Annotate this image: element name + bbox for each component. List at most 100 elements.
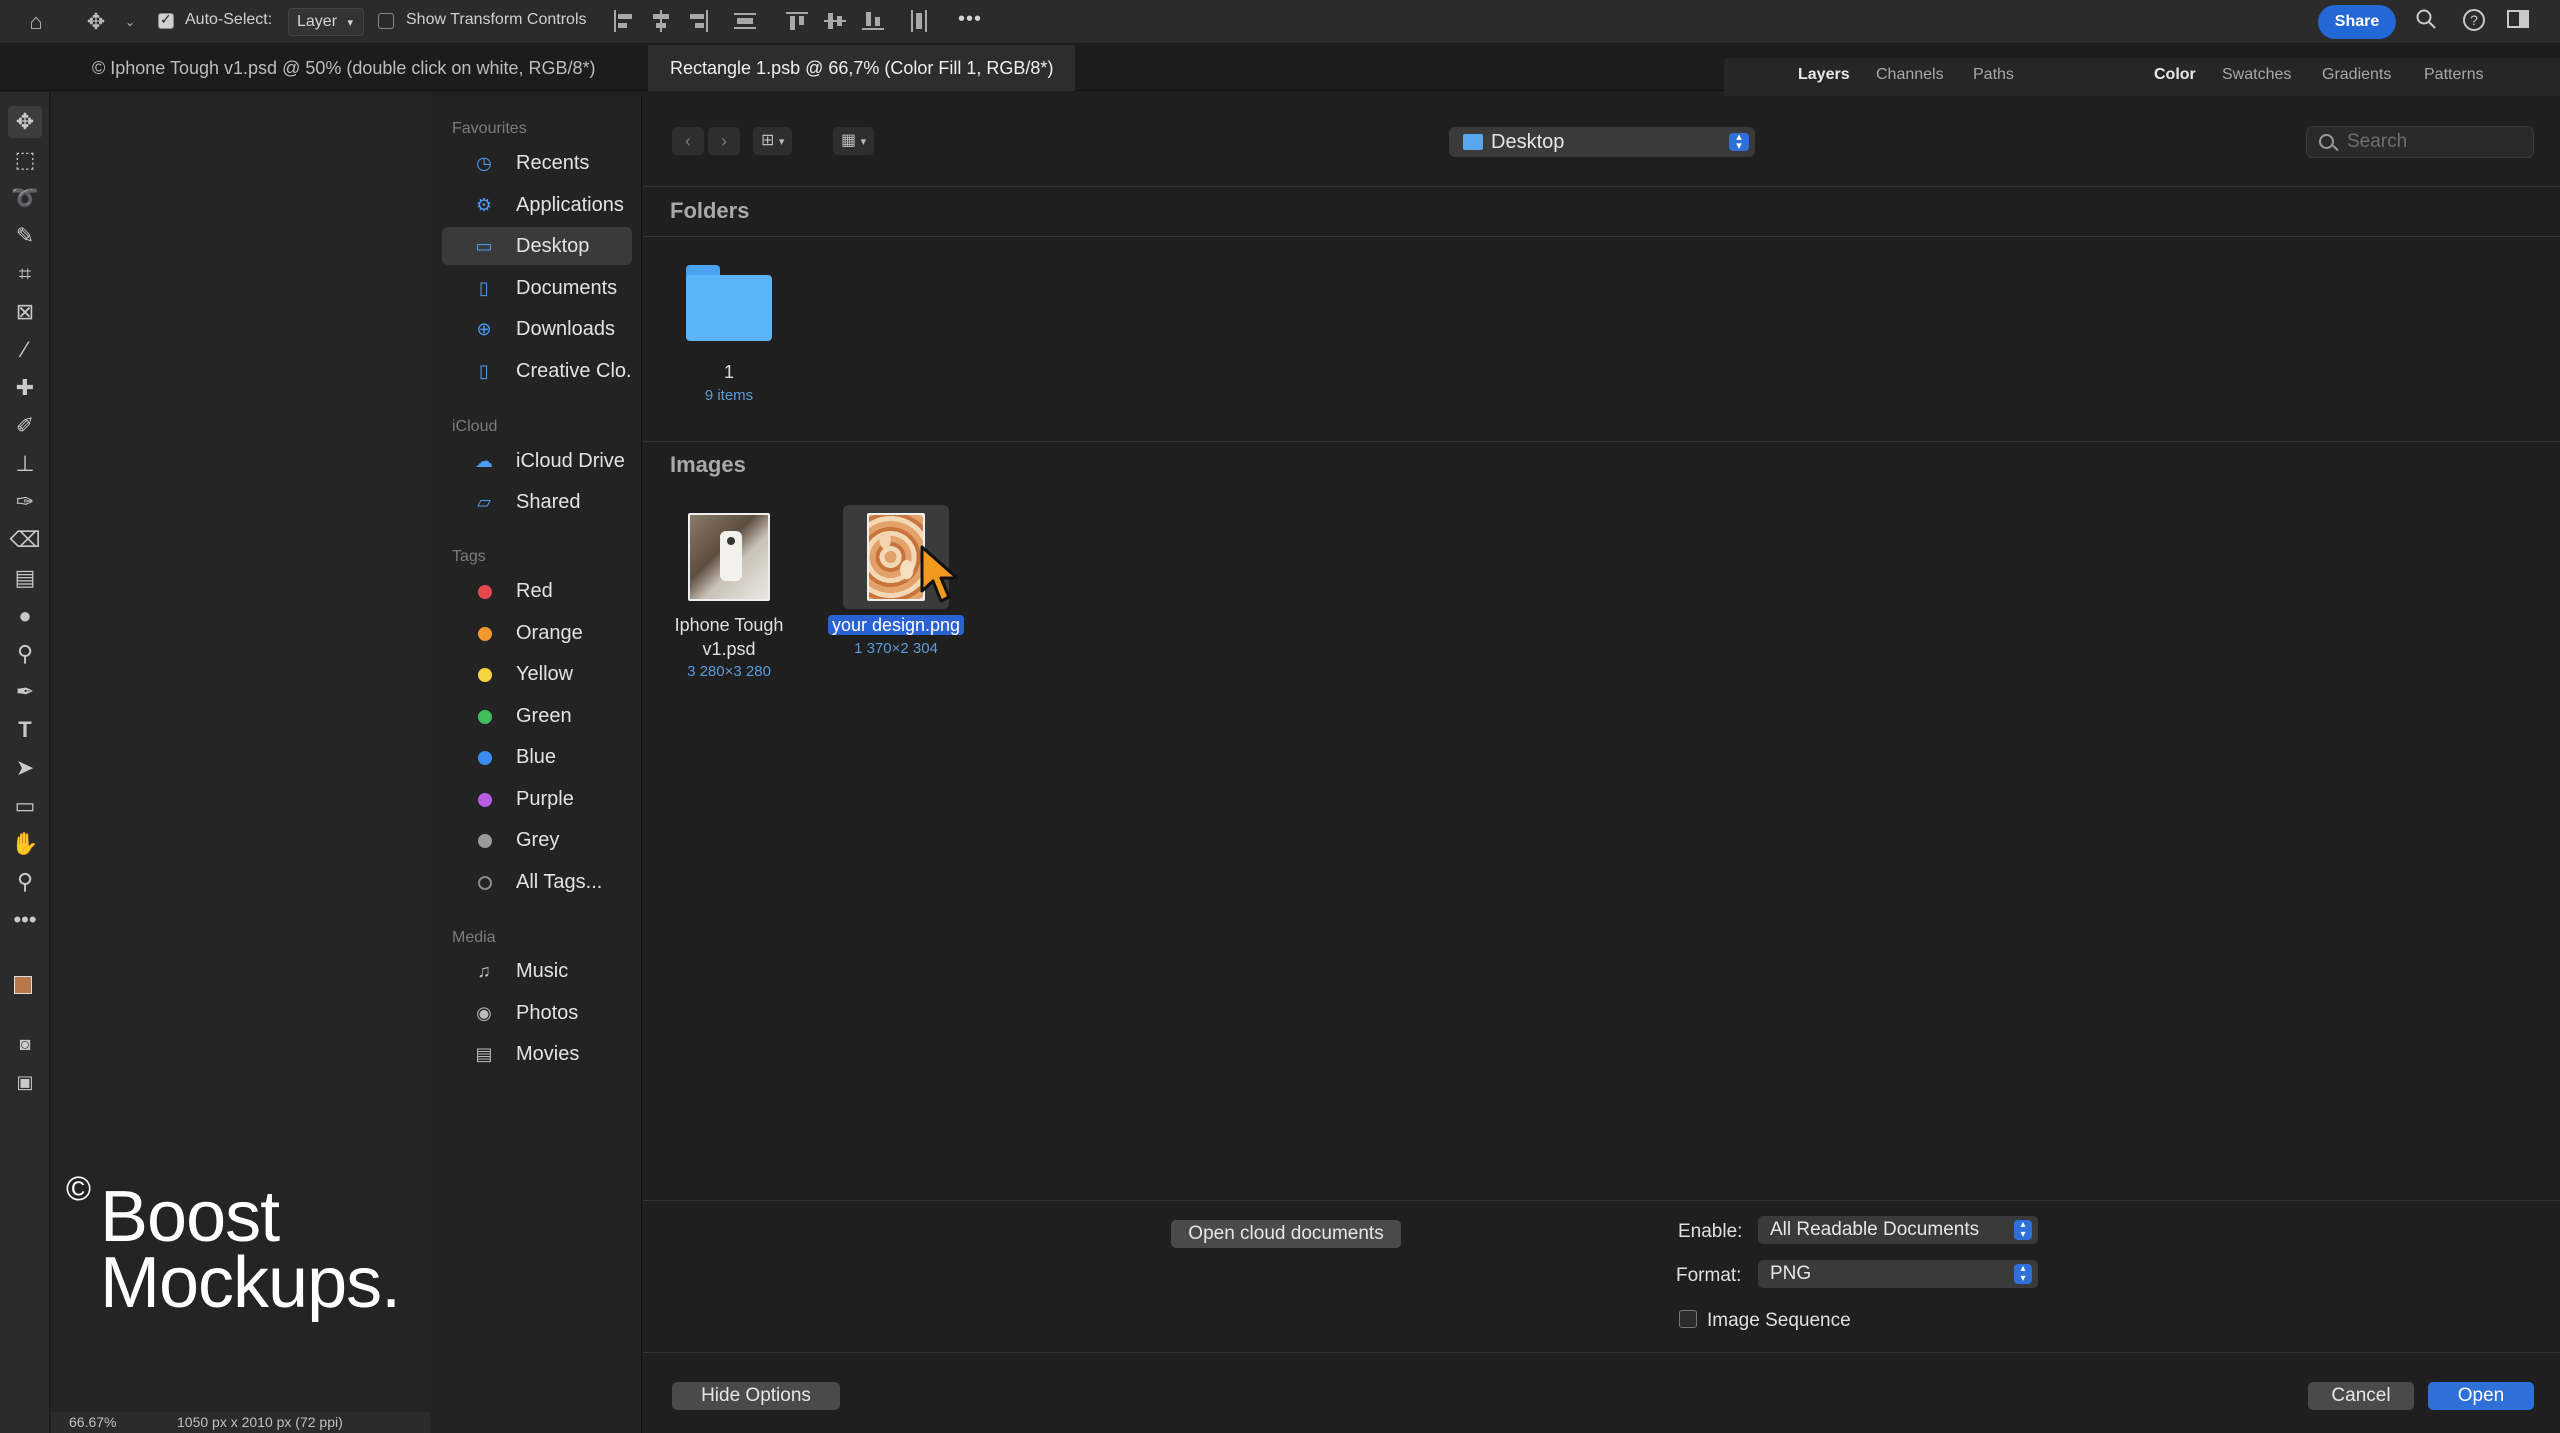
search-icon[interactable] [2412, 8, 2440, 36]
sidebar-item-icloud-drive[interactable]: ☁ iCloud Drive [442, 442, 632, 480]
tab-channels[interactable]: Channels [1876, 66, 1944, 84]
screen-mode-icon[interactable]: ▣ [8, 1066, 42, 1098]
sidebar-item-photos[interactable]: ◉ Photos [442, 994, 632, 1032]
quick-selection-tool-icon[interactable]: ✎ [8, 220, 42, 252]
format-value: PNG [1770, 1263, 1812, 1284]
align-center-icon[interactable] [650, 10, 672, 32]
file-name-line2[interactable]: v1.psd [649, 639, 809, 660]
move-tool-icon[interactable]: ✥ [82, 8, 110, 36]
tab-paths[interactable]: Paths [1973, 66, 2014, 84]
open-cloud-documents-button[interactable]: Open cloud documents [1171, 1220, 1401, 1248]
sidebar-item-tag-yellow[interactable]: Yellow [442, 655, 632, 693]
enable-select[interactable]: All Readable Documents ▴ ▾ [1758, 1216, 2038, 1244]
sidebar-item-tag-green[interactable]: Green [442, 697, 632, 735]
brush-tool-icon[interactable]: ✐ [8, 410, 42, 442]
lasso-tool-icon[interactable]: ➰ [8, 182, 42, 214]
foreground-color-swatch[interactable] [14, 976, 32, 994]
marquee-tool-icon[interactable]: ⬚ [8, 144, 42, 176]
align-top-icon[interactable] [786, 10, 808, 32]
frame-tool-icon[interactable]: ⊠ [8, 296, 42, 328]
move-tool-icon[interactable]: ✥ [8, 106, 42, 138]
file-dimensions: 1 370×2 304 [854, 640, 938, 657]
sidebar-item-tag-orange[interactable]: Orange [442, 614, 632, 652]
sidebar-section-favourites: Favourites [452, 120, 527, 137]
sidebar-item-applications[interactable]: ⚙ Applications [442, 186, 632, 224]
tab-swatches[interactable]: Swatches [2222, 66, 2291, 84]
auto-select-target-select[interactable]: Layer ▾ [288, 8, 364, 36]
back-button[interactable]: ‹ [672, 127, 704, 155]
path-selection-tool-icon[interactable]: ➤ [8, 752, 42, 784]
svg-text:?: ? [2470, 12, 2478, 28]
folder-name[interactable]: 1 [683, 362, 775, 383]
gradient-tool-icon[interactable]: ▤ [8, 562, 42, 594]
sidebar-item-tag-blue[interactable]: Blue [442, 738, 632, 776]
sidebar-item-shared[interactable]: ▱ Shared [442, 483, 632, 521]
distribute-icon[interactable] [734, 10, 756, 32]
dodge-tool-icon[interactable]: ⚲ [8, 638, 42, 670]
view-mode-button[interactable]: ⊞ ▾ [753, 127, 793, 155]
sidebar-item-desktop[interactable]: ▭ Desktop [442, 227, 632, 265]
align-middle-icon[interactable] [824, 10, 846, 32]
crop-tool-icon[interactable]: ⌗ [8, 258, 42, 290]
enable-label: Enable: [1678, 1221, 1743, 1242]
sidebar-item-creative-cloud[interactable]: ▯ Creative Clo... [442, 352, 632, 390]
zoom-tool-icon[interactable]: ⚲ [8, 866, 42, 898]
image-sequence-checkbox[interactable] [1679, 1310, 1697, 1328]
hand-tool-icon[interactable]: ✋ [8, 828, 42, 860]
more-tools-icon[interactable]: ••• [8, 904, 42, 936]
pen-tool-icon[interactable]: ✒ [8, 676, 42, 708]
tab-gradients[interactable]: Gradients [2322, 66, 2391, 84]
show-transform-checkbox[interactable] [378, 13, 394, 29]
stamp-tool-icon[interactable]: ⊥ [8, 448, 42, 480]
sidebar-item-tag-red[interactable]: Red [442, 572, 632, 610]
document-tab-active[interactable]: Rectangle 1.psb @ 66,7% (Color Fill 1, R… [648, 45, 1076, 91]
rectangle-tool-icon[interactable]: ▭ [8, 790, 42, 822]
blur-tool-icon[interactable]: ● [8, 600, 42, 632]
type-tool-icon[interactable]: T [8, 714, 42, 746]
sidebar-item-music[interactable]: ♫ Music [442, 952, 632, 990]
more-options-icon[interactable]: ••• [958, 8, 982, 31]
sidebar-item-movies[interactable]: ▤ Movies [442, 1035, 632, 1073]
history-brush-tool-icon[interactable]: ✑ [8, 486, 42, 518]
distribute-vertical-icon[interactable] [908, 10, 930, 32]
tab-color[interactable]: Color [2154, 66, 2196, 84]
sidebar-item-documents[interactable]: ▯ Documents [442, 269, 632, 307]
divider [643, 236, 2560, 237]
sidebar-item-downloads[interactable]: ⊕ Downloads [442, 310, 632, 348]
share-button[interactable]: Share [2318, 5, 2396, 39]
cancel-button[interactable]: Cancel [2308, 1382, 2414, 1410]
sidebar-item-recents[interactable]: ◷ Recents [442, 144, 632, 182]
sidebar-item-tag-grey[interactable]: Grey [442, 821, 632, 859]
search-field[interactable]: Search [2306, 126, 2534, 158]
align-bottom-icon[interactable] [862, 10, 884, 32]
group-by-button[interactable]: ▦ ▾ [833, 127, 875, 155]
quick-mask-icon[interactable]: ◙ [8, 1028, 42, 1060]
home-icon[interactable]: ⌂ [22, 8, 50, 36]
tab-patterns[interactable]: Patterns [2424, 66, 2484, 84]
open-button[interactable]: Open [2428, 1382, 2534, 1410]
auto-select-checkbox[interactable] [158, 11, 174, 29]
align-right-icon[interactable] [688, 10, 710, 32]
document-tab[interactable]: © Iphone Tough v1.psd @ 50% (double clic… [70, 45, 617, 91]
eyedropper-tool-icon[interactable]: ⁄ [8, 334, 42, 366]
help-icon[interactable]: ? [2460, 8, 2488, 36]
format-select[interactable]: PNG ▴ ▾ [1758, 1260, 2038, 1288]
sidebar-item-tag-purple[interactable]: Purple [442, 780, 632, 818]
tab-layers[interactable]: Layers [1798, 66, 1850, 84]
forward-button[interactable]: › [708, 127, 740, 155]
file-name[interactable]: Iphone Tough [649, 615, 809, 636]
healing-brush-tool-icon[interactable]: ✚ [8, 372, 42, 404]
zoom-level[interactable]: 66.67% [69, 1414, 116, 1430]
folder-icon[interactable] [684, 263, 774, 343]
file-name-selected[interactable]: your design.png [814, 615, 978, 636]
align-left-icon[interactable] [612, 10, 634, 32]
workspace-icon[interactable] [2504, 8, 2532, 36]
file-thumbnail[interactable] [676, 505, 782, 609]
format-label: Format: [1676, 1265, 1742, 1286]
chevron-down-icon[interactable]: ⌄ [116, 8, 144, 36]
eraser-tool-icon[interactable]: ⌫ [8, 524, 42, 556]
location-popup[interactable]: Desktop ▴ ▾ [1449, 127, 1755, 157]
sidebar-item-all-tags[interactable]: All Tags... [442, 863, 632, 901]
hide-options-button[interactable]: Hide Options [672, 1382, 840, 1410]
sidebar-item-label: Recents [516, 152, 590, 174]
